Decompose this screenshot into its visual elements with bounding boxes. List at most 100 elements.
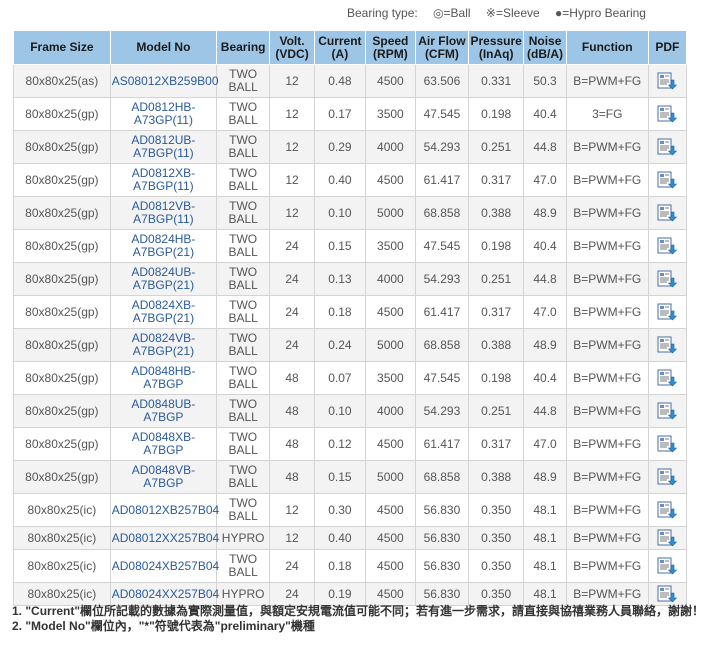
pdf-download-icon[interactable]	[657, 171, 678, 189]
cell-frame: 80x80x25(gp)	[13, 460, 111, 494]
cell-speed: 3500	[364, 97, 416, 131]
cell-frame: 80x80x25(ic)	[13, 549, 111, 583]
pdf-download-icon[interactable]	[657, 138, 678, 156]
cell-bearing: TWO BALL	[216, 361, 271, 395]
cell-speed: 4000	[364, 262, 416, 296]
cell-speed: 4500	[364, 163, 416, 197]
cell-current: 0.15	[313, 229, 366, 263]
cell-speed: 3500	[364, 361, 416, 395]
model-link[interactable]: AD08024XB257B04	[112, 559, 219, 573]
cell-model: AD0824HB-A7BGP(21)	[109, 229, 218, 263]
cell-pdf	[647, 582, 688, 606]
cell-pressure: 0.350	[468, 549, 525, 583]
pdf-download-icon[interactable]	[657, 468, 678, 486]
cell-function: B=PWM+FG	[565, 549, 649, 583]
cell-volt: 12	[269, 196, 315, 230]
cell-model: AD0824XB-A7BGP(21)	[109, 295, 218, 329]
model-link[interactable]: AS08012XB259B00	[112, 74, 219, 88]
pdf-download-icon[interactable]	[657, 237, 678, 255]
model-link[interactable]: AD0848XB-A7BGP	[132, 430, 195, 457]
model-link[interactable]: AD0824UB-A7BGP(21)	[131, 265, 195, 292]
model-link[interactable]: AD0812XB-A7BGP(11)	[132, 166, 195, 193]
cell-bearing: TWO BALL	[216, 295, 271, 329]
cell-function: B=PWM+FG	[565, 493, 649, 527]
header-volt: Volt. (VDC)	[269, 30, 315, 65]
pdf-download-icon[interactable]	[657, 557, 678, 575]
pdf-download-icon[interactable]	[657, 501, 678, 519]
model-link[interactable]: AD08024XX257B04	[112, 587, 219, 601]
cell-bearing: TWO BALL	[216, 328, 271, 362]
cell-noise: 44.8	[523, 262, 567, 296]
cell-bearing: TWO BALL	[216, 460, 271, 494]
cell-pressure: 0.198	[468, 229, 525, 263]
cell-volt: 12	[269, 97, 315, 131]
pdf-download-icon[interactable]	[657, 105, 678, 123]
pdf-download-icon[interactable]	[657, 529, 678, 547]
header-pdf: PDF	[647, 30, 688, 65]
pdf-download-icon[interactable]	[657, 435, 678, 453]
model-link[interactable]: AD0848UB-A7BGP	[131, 397, 195, 424]
cell-noise: 48.1	[523, 526, 567, 550]
table-row: 80x80x25(gp) AD0812XB-A7BGP(11) TWO BALL 12…	[13, 163, 688, 197]
pdf-download-icon[interactable]	[657, 72, 678, 90]
cell-volt: 12	[269, 163, 315, 197]
model-link[interactable]: AD0848HB-A7BGP	[131, 364, 195, 391]
cell-frame: 80x80x25(gp)	[13, 361, 111, 395]
cell-pdf	[647, 460, 688, 494]
cell-volt: 24	[269, 328, 315, 362]
cell-speed: 5000	[364, 196, 416, 230]
cell-volt: 24	[269, 582, 315, 606]
model-link[interactable]: AD0824VB-A7BGP(21)	[132, 331, 195, 358]
table-row: 80x80x25(ic) AD08024XX257B04 HYPRO 24 0.19 45…	[13, 582, 688, 606]
cell-function: B=PWM+FG	[565, 526, 649, 550]
cell-bearing: TWO BALL	[216, 549, 271, 583]
cell-pressure: 0.388	[468, 460, 525, 494]
model-link[interactable]: AD08012XX257B04	[112, 531, 219, 545]
footnote-current: 1. "Current"欄位所記載的數據為實際測量值，與額定安規電流值可能不同；…	[12, 604, 705, 618]
cell-pdf	[647, 64, 688, 98]
legend-hypro: ●=Hypro Bearing	[555, 6, 646, 20]
cell-noise: 40.4	[523, 361, 567, 395]
cell-airflow: 54.293	[414, 394, 470, 428]
header-current: Current (A)	[313, 30, 366, 65]
cell-pressure: 0.251	[468, 262, 525, 296]
model-link[interactable]: AD0812VB-A7BGP(11)	[132, 199, 195, 226]
cell-speed: 4000	[364, 130, 416, 164]
cell-airflow: 47.545	[414, 361, 470, 395]
model-link[interactable]: AD0848VB-A7BGP	[132, 463, 195, 490]
table-row: 80x80x25(gp) AD0848UB-A7BGP TWO BALL 48 0.10…	[13, 394, 688, 428]
cell-pressure: 0.251	[468, 394, 525, 428]
pdf-download-icon[interactable]	[657, 585, 678, 603]
model-link[interactable]: AD0824HB-A7BGP(21)	[131, 232, 195, 259]
cell-noise: 44.8	[523, 394, 567, 428]
header-model-no: Model No	[109, 30, 218, 65]
cell-pdf	[647, 163, 688, 197]
pdf-download-icon[interactable]	[657, 303, 678, 321]
pdf-download-icon[interactable]	[657, 402, 678, 420]
pdf-download-icon[interactable]	[657, 369, 678, 387]
pdf-download-icon[interactable]	[657, 204, 678, 222]
cell-function: 3=FG	[565, 97, 649, 131]
model-link[interactable]: AD0812HB-A73GP(11)	[131, 100, 195, 127]
table-header-row: Frame Size Model No Bearing Volt. (VDC) …	[13, 30, 688, 65]
cell-current: 0.29	[313, 130, 366, 164]
cell-model: AD0812VB-A7BGP(11)	[109, 196, 218, 230]
cell-current: 0.15	[313, 460, 366, 494]
cell-current: 0.10	[313, 394, 366, 428]
cell-bearing: TWO BALL	[216, 427, 271, 461]
model-link[interactable]: AD0812UB-A7BGP(11)	[131, 133, 195, 160]
model-link[interactable]: AD08012XB257B04	[112, 503, 219, 517]
cell-pressure: 0.251	[468, 130, 525, 164]
cell-frame: 80x80x25(gp)	[13, 427, 111, 461]
cell-current: 0.24	[313, 328, 366, 362]
model-link[interactable]: AD0824XB-A7BGP(21)	[132, 298, 195, 325]
pdf-download-icon[interactable]	[657, 336, 678, 354]
cell-bearing: HYPRO	[216, 582, 271, 606]
cell-frame: 80x80x25(as)	[13, 64, 111, 98]
table-row: 80x80x25(gp) AD0824HB-A7BGP(21) TWO BALL 24…	[13, 229, 688, 263]
pdf-download-icon[interactable]	[657, 270, 678, 288]
cell-noise: 48.1	[523, 493, 567, 527]
cell-function: B=PWM+FG	[565, 130, 649, 164]
cell-function: B=PWM+FG	[565, 64, 649, 98]
cell-airflow: 61.417	[414, 427, 470, 461]
